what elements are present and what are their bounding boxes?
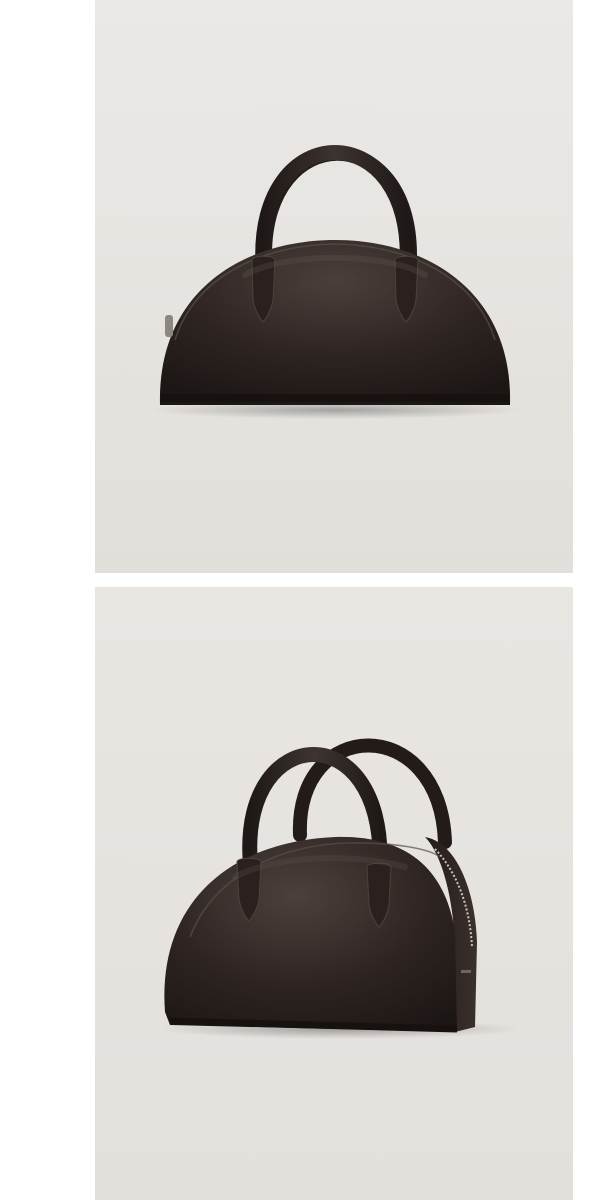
product-photo-front[interactable] <box>95 0 573 573</box>
handbag-angled-image <box>95 587 573 1200</box>
handbag-front-image <box>95 0 573 573</box>
product-photo-angled[interactable] <box>95 587 573 1200</box>
product-image-gallery <box>0 0 608 1200</box>
